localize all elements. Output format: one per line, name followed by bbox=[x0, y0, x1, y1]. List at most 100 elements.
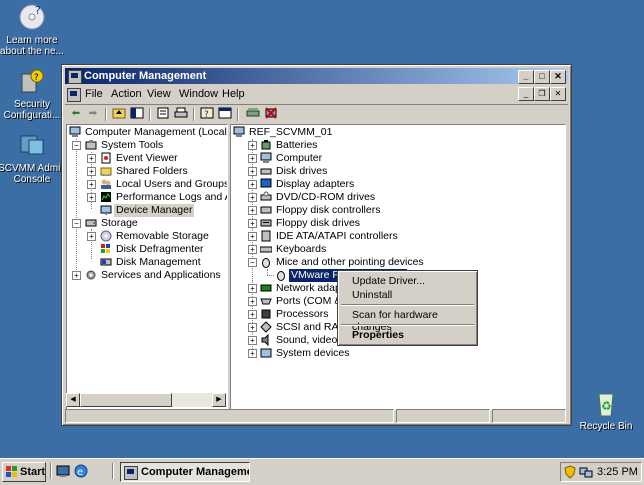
expand-toggle[interactable]: + bbox=[248, 245, 257, 254]
computer-icon bbox=[233, 126, 245, 138]
maximize-button[interactable]: □ bbox=[534, 70, 550, 84]
device-category-label: Display adapters bbox=[276, 178, 355, 190]
tree-node-label: Device Manager bbox=[114, 204, 195, 217]
scvmm-console-icon bbox=[17, 130, 47, 160]
expand-toggle[interactable]: + bbox=[248, 349, 257, 358]
print-icon[interactable] bbox=[173, 107, 189, 121]
mouse-icon bbox=[260, 256, 272, 268]
scroll-left-button[interactable]: ◀ bbox=[66, 393, 80, 407]
display-adapter-icon bbox=[260, 178, 272, 190]
expand-toggle[interactable]: + bbox=[87, 154, 96, 163]
expand-toggle[interactable]: + bbox=[248, 323, 257, 332]
taskbar: Start e Computer Manageme... 3:25 PM bbox=[0, 458, 644, 485]
desktop-icon-recycle-bin[interactable]: ♻ Recycle Bin bbox=[570, 388, 642, 432]
back-icon[interactable]: ⬅ bbox=[68, 107, 84, 121]
window-titlebar[interactable]: Computer Management _ □ ✕ bbox=[65, 68, 568, 84]
show-hide-tree-icon[interactable] bbox=[129, 107, 145, 121]
start-button[interactable]: Start bbox=[2, 462, 46, 482]
console-tree-pane[interactable]: Computer Management (Local) − System Too… bbox=[66, 124, 228, 410]
taskbar-button-computer-management[interactable]: Computer Manageme... bbox=[120, 462, 250, 482]
expand-toggle[interactable]: + bbox=[248, 284, 257, 293]
scan-hardware-icon[interactable] bbox=[245, 107, 261, 121]
svg-text:?: ? bbox=[35, 4, 41, 17]
expand-toggle[interactable]: + bbox=[248, 297, 257, 306]
mdi-close-button[interactable]: ✕ bbox=[550, 87, 566, 101]
expand-toggle[interactable]: + bbox=[248, 219, 257, 228]
mouse-icon bbox=[275, 269, 287, 281]
collapse-toggle[interactable]: − bbox=[248, 258, 257, 267]
windows-logo-icon bbox=[6, 466, 18, 484]
computer-management-window[interactable]: Computer Management _ □ ✕ File Action Vi… bbox=[61, 64, 572, 426]
processor-icon bbox=[260, 308, 272, 320]
device-tree-root-label: REF_SCVMM_01 bbox=[249, 126, 333, 138]
collapse-toggle[interactable]: − bbox=[72, 219, 81, 228]
scroll-thumb[interactable] bbox=[80, 393, 172, 407]
expand-toggle[interactable]: + bbox=[248, 141, 257, 150]
taskbar-separator bbox=[50, 463, 52, 479]
quicklaunch-browser-icon[interactable]: e bbox=[74, 464, 88, 481]
help-icon[interactable]: ? bbox=[199, 107, 215, 121]
computer-icon bbox=[260, 152, 272, 164]
quicklaunch-desktop-icon[interactable] bbox=[56, 464, 70, 481]
clock[interactable]: 3:25 PM bbox=[597, 463, 638, 481]
computer-icon bbox=[69, 126, 81, 138]
menu-help[interactable]: Help bbox=[222, 88, 245, 100]
network-tray-icon[interactable] bbox=[579, 465, 593, 485]
context-uninstall[interactable]: Uninstall bbox=[352, 289, 392, 301]
tree-node-label: Removable Storage bbox=[116, 230, 209, 242]
menu-window[interactable]: Window bbox=[179, 88, 218, 100]
tree-node-label: Services and Applications bbox=[101, 269, 221, 281]
console-tree-horizontal-scrollbar[interactable]: ◀ ▶ bbox=[66, 393, 226, 407]
expand-toggle[interactable]: + bbox=[248, 167, 257, 176]
desktop-icon-security-config[interactable]: ? Security Configurati... bbox=[0, 66, 68, 121]
expand-toggle[interactable]: + bbox=[248, 310, 257, 319]
desktop-icon-scvmm-admin[interactable]: SCVMM Admin Console bbox=[0, 130, 68, 185]
status-bar bbox=[65, 409, 568, 423]
menu-action[interactable]: Action bbox=[111, 88, 142, 100]
desktop-icon-label: Security Configurati... bbox=[3, 99, 61, 121]
device-tree-pane[interactable]: REF_SCVMM_01 + Batteries + Computer + Di… bbox=[230, 124, 566, 410]
device-category-label: Keyboards bbox=[276, 243, 327, 255]
performance-icon bbox=[100, 191, 112, 203]
floppy-controller-icon bbox=[260, 204, 272, 216]
collapse-toggle[interactable]: − bbox=[72, 141, 81, 150]
show-hide-action-pane-icon[interactable] bbox=[217, 107, 233, 121]
close-button[interactable]: ✕ bbox=[550, 70, 566, 84]
context-properties[interactable]: Properties bbox=[352, 329, 404, 341]
scroll-right-button[interactable]: ▶ bbox=[212, 393, 226, 407]
expand-toggle[interactable]: + bbox=[248, 232, 257, 241]
toolbar-separator bbox=[105, 108, 107, 121]
removable-storage-icon bbox=[100, 230, 112, 242]
menu-bar: File Action View Window Help _ ❐ ✕ bbox=[65, 86, 568, 103]
expand-toggle[interactable]: + bbox=[248, 193, 257, 202]
forward-icon[interactable]: ➡ bbox=[85, 107, 101, 121]
desktop-icon-learn-more[interactable]: ? Learn more about the ne... bbox=[0, 2, 68, 57]
expand-toggle[interactable]: + bbox=[248, 206, 257, 215]
tree-node-label: System Tools bbox=[101, 139, 164, 151]
mdi-restore-button[interactable]: ❐ bbox=[534, 87, 550, 101]
expand-toggle[interactable]: + bbox=[87, 232, 96, 241]
mdi-minimize-button[interactable]: _ bbox=[518, 87, 534, 101]
window-title: Computer Management bbox=[84, 70, 207, 82]
minimize-button[interactable]: _ bbox=[518, 70, 534, 84]
expand-toggle[interactable]: + bbox=[248, 154, 257, 163]
properties-icon[interactable] bbox=[155, 107, 171, 121]
context-update-driver[interactable]: Update Driver... bbox=[352, 275, 425, 287]
menu-file[interactable]: File bbox=[85, 88, 103, 100]
device-category-label: System devices bbox=[276, 347, 350, 359]
uninstall-icon[interactable] bbox=[263, 107, 279, 121]
menu-view[interactable]: View bbox=[147, 88, 171, 100]
expand-toggle[interactable]: + bbox=[87, 167, 96, 176]
expand-toggle[interactable]: + bbox=[87, 180, 96, 189]
device-context-menu: Update Driver... Uninstall Scan for hard… bbox=[337, 270, 478, 346]
security-shield-icon[interactable] bbox=[564, 465, 576, 485]
expand-toggle[interactable]: + bbox=[248, 180, 257, 189]
expand-toggle[interactable]: + bbox=[72, 271, 81, 280]
event-viewer-icon bbox=[100, 152, 112, 164]
device-category-label: Floppy disk controllers bbox=[276, 204, 381, 216]
up-one-level-icon[interactable] bbox=[111, 107, 127, 121]
device-category-label: Floppy disk drives bbox=[276, 217, 361, 229]
expand-toggle[interactable]: + bbox=[87, 193, 96, 202]
expand-toggle[interactable]: + bbox=[248, 336, 257, 345]
tree-node-label: Computer Management (Local) bbox=[85, 126, 228, 138]
